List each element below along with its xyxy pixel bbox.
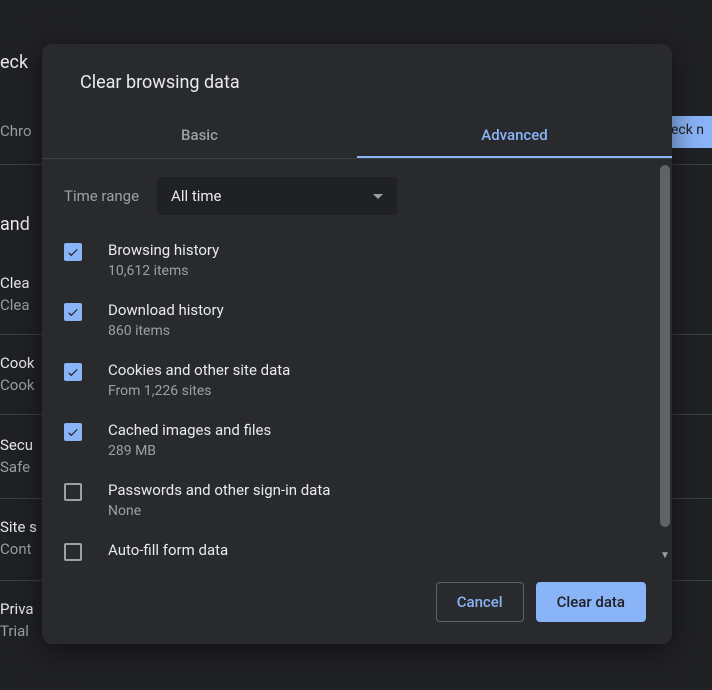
bg-frag: eck	[0, 52, 28, 73]
item-subtitle: 10,612 items	[108, 263, 219, 279]
item-checkbox[interactable]	[64, 303, 82, 321]
item-subtitle: 860 items	[108, 323, 224, 339]
item-checkbox[interactable]	[64, 243, 82, 261]
scrollbar-thumb[interactable]	[660, 165, 670, 527]
tab-advanced[interactable]: Advanced	[357, 115, 672, 158]
scrollbar[interactable]: ▼	[660, 165, 670, 559]
bg-frag: Clea	[0, 296, 30, 314]
dialog-tabs: Basic Advanced	[42, 115, 672, 159]
item-subtitle: 289 MB	[108, 443, 271, 459]
item-checkbox[interactable]	[64, 423, 82, 441]
item-title: Browsing history	[108, 241, 219, 259]
item-checkbox[interactable]	[64, 483, 82, 501]
bg-frag: Safe	[0, 458, 30, 476]
item-subtitle: None	[108, 503, 330, 519]
time-range-select[interactable]: All time	[157, 177, 397, 215]
clear-data-item: Passwords and other sign-in data None	[64, 481, 640, 519]
dialog-scroll-area: Time range All time Browsing history 10,6…	[42, 159, 660, 565]
bg-frag: Clea	[0, 274, 30, 292]
bg-frag: Site s	[0, 518, 37, 536]
item-title: Passwords and other sign-in data	[108, 481, 330, 499]
dialog-title: Clear browsing data	[42, 44, 672, 93]
clear-data-item: Browsing history 10,612 items	[64, 241, 640, 279]
clear-data-item: Cached images and files 289 MB	[64, 421, 640, 459]
time-range-label: Time range	[64, 187, 139, 205]
scroll-down-arrow-icon[interactable]: ▼	[660, 551, 670, 561]
bg-frag: Priva	[0, 600, 34, 618]
bg-frag: and	[0, 214, 30, 235]
cancel-button[interactable]: Cancel	[436, 582, 524, 622]
item-subtitle: From 1,226 sites	[108, 383, 290, 399]
item-checkbox[interactable]	[64, 363, 82, 381]
clear-data-item: Download history 860 items	[64, 301, 640, 339]
clear-data-item: Auto-fill form data	[64, 541, 640, 563]
bg-frag: Trial	[0, 622, 29, 640]
bg-frag: Cont	[0, 540, 32, 558]
item-title: Download history	[108, 301, 224, 319]
bg-frag: Secu	[0, 436, 33, 454]
tab-basic[interactable]: Basic	[42, 115, 357, 158]
item-title: Auto-fill form data	[108, 541, 228, 559]
bg-frag: Chro	[0, 122, 32, 140]
time-range-value: All time	[171, 187, 221, 205]
item-title: Cookies and other site data	[108, 361, 290, 379]
bg-frag: Cook	[0, 376, 34, 394]
clear-data-item: Cookies and other site data From 1,226 si…	[64, 361, 640, 399]
clear-browsing-data-dialog: Clear browsing data Basic Advanced Time …	[42, 44, 672, 644]
chevron-down-icon	[373, 194, 383, 199]
item-checkbox[interactable]	[64, 543, 82, 561]
clear-data-button[interactable]: Clear data	[536, 582, 646, 622]
bg-frag: Cook	[0, 354, 34, 372]
item-title: Cached images and files	[108, 421, 271, 439]
dialog-footer: Cancel Clear data	[42, 565, 672, 644]
